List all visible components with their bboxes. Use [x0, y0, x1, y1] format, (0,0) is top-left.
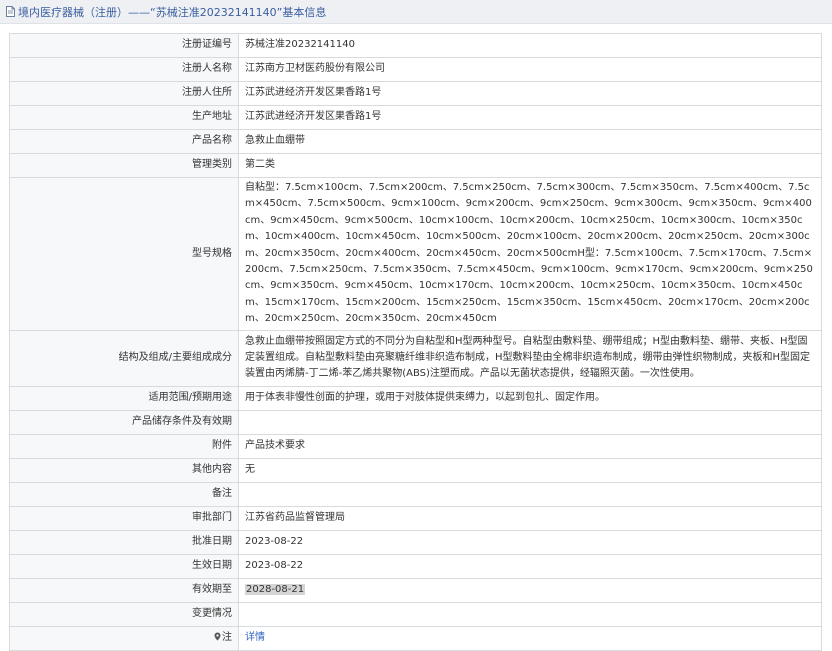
- page-title: 境内医疗器械（注册）——“苏械注准20232141140”基本信息: [18, 5, 327, 19]
- row-expiry-date: 有效期至 2028-08-21: [9, 577, 822, 603]
- value-approver: 江苏省药品监督管理局: [238, 505, 822, 531]
- value-registrant: 江苏南方卫材医药股份有限公司: [238, 57, 822, 82]
- row-effective-date: 生效日期 2023-08-22: [9, 553, 822, 579]
- row-other: 其他内容 无: [9, 457, 822, 483]
- label-product-name: 产品名称: [9, 129, 239, 154]
- value-storage: [238, 409, 822, 435]
- row-production-address: 生产地址 江苏武进经济开发区果香路1号: [9, 105, 822, 130]
- value-structure: 急救止血绷带按照固定方式的不同分为自粘型和H型两种型号。自粘型由敷料垫、绷带组成…: [238, 329, 822, 387]
- value-expiry-date-cell: 2028-08-21: [238, 577, 822, 603]
- label-change: 变更情况: [9, 601, 239, 627]
- label-production-address: 生产地址: [9, 105, 239, 130]
- value-attachment: 产品技术要求: [238, 433, 822, 459]
- row-structure: 结构及组成/主要组成成分 急救止血绷带按照固定方式的不同分为自粘型和H型两种型号…: [9, 329, 822, 387]
- value-other: 无: [238, 457, 822, 483]
- label-registrant: 注册人名称: [9, 57, 239, 82]
- label-other: 其他内容: [9, 457, 239, 483]
- label-approver: 审批部门: [9, 505, 239, 531]
- row-category: 管理类别 第二类: [9, 153, 822, 178]
- label-note-cell: 注: [9, 625, 239, 651]
- label-registrant-address: 注册人住所: [9, 81, 239, 106]
- value-product-name: 急救止血绷带: [238, 129, 822, 154]
- value-note-cell: 详情: [238, 625, 822, 651]
- row-approve-date: 批准日期 2023-08-22: [9, 529, 822, 555]
- value-model: 自粘型：7.5cm×100cm、7.5cm×200cm、7.5cm×250cm、…: [238, 177, 822, 331]
- value-reg-no: 苏械注准20232141140: [238, 33, 822, 58]
- label-remark: 备注: [9, 481, 239, 507]
- value-approve-date: 2023-08-22: [238, 529, 822, 555]
- document-icon: [6, 6, 15, 17]
- row-scope: 适用范围/预期用途 用于体表非慢性创面的护理，或用于对肢体提供束缚力，以起到包扎…: [9, 385, 822, 411]
- label-expiry-date: 有效期至: [9, 577, 239, 603]
- label-approve-date: 批准日期: [9, 529, 239, 555]
- value-scope: 用于体表非慢性创面的护理，或用于对肢体提供束缚力，以起到包扎、固定作用。: [238, 385, 822, 411]
- value-effective-date: 2023-08-22: [238, 553, 822, 579]
- row-reg-no: 注册证编号 苏械注准20232141140: [9, 33, 822, 58]
- label-reg-no: 注册证编号: [9, 33, 239, 58]
- value-production-address: 江苏武进经济开发区果香路1号: [238, 105, 822, 130]
- row-registrant-address: 注册人住所 江苏武进经济开发区果香路1号: [9, 81, 822, 106]
- label-effective-date: 生效日期: [9, 553, 239, 579]
- label-model: 型号规格: [9, 177, 239, 331]
- row-remark: 备注: [9, 481, 822, 507]
- value-category: 第二类: [238, 153, 822, 178]
- label-note: 注: [222, 632, 232, 644]
- row-registrant: 注册人名称 江苏南方卫材医药股份有限公司: [9, 57, 822, 82]
- row-storage: 产品储存条件及有效期: [9, 409, 822, 435]
- details-link[interactable]: 详情: [245, 632, 265, 643]
- value-remark: [238, 481, 822, 507]
- row-approver: 审批部门 江苏省药品监督管理局: [9, 505, 822, 531]
- page-header: 境内医疗器械（注册）——“苏械注准20232141140”基本信息: [0, 0, 832, 24]
- device-info-table: 注册证编号 苏械注准20232141140 注册人名称 江苏南方卫材医药股份有限…: [9, 33, 822, 651]
- label-scope: 适用范围/预期用途: [9, 385, 239, 411]
- value-change: [238, 601, 822, 627]
- label-structure: 结构及组成/主要组成成分: [9, 329, 239, 387]
- row-change: 变更情况: [9, 601, 822, 627]
- row-model: 型号规格 自粘型：7.5cm×100cm、7.5cm×200cm、7.5cm×2…: [9, 177, 822, 331]
- row-note: 注 详情: [9, 625, 822, 651]
- row-attachment: 附件 产品技术要求: [9, 433, 822, 459]
- row-product-name: 产品名称 急救止血绷带: [9, 129, 822, 154]
- value-registrant-address: 江苏武进经济开发区果香路1号: [238, 81, 822, 106]
- label-storage: 产品储存条件及有效期: [9, 409, 239, 435]
- label-attachment: 附件: [9, 433, 239, 459]
- label-category: 管理类别: [9, 153, 239, 178]
- location-pin-icon: [214, 632, 221, 641]
- value-expiry-date: 2028-08-21: [245, 584, 306, 596]
